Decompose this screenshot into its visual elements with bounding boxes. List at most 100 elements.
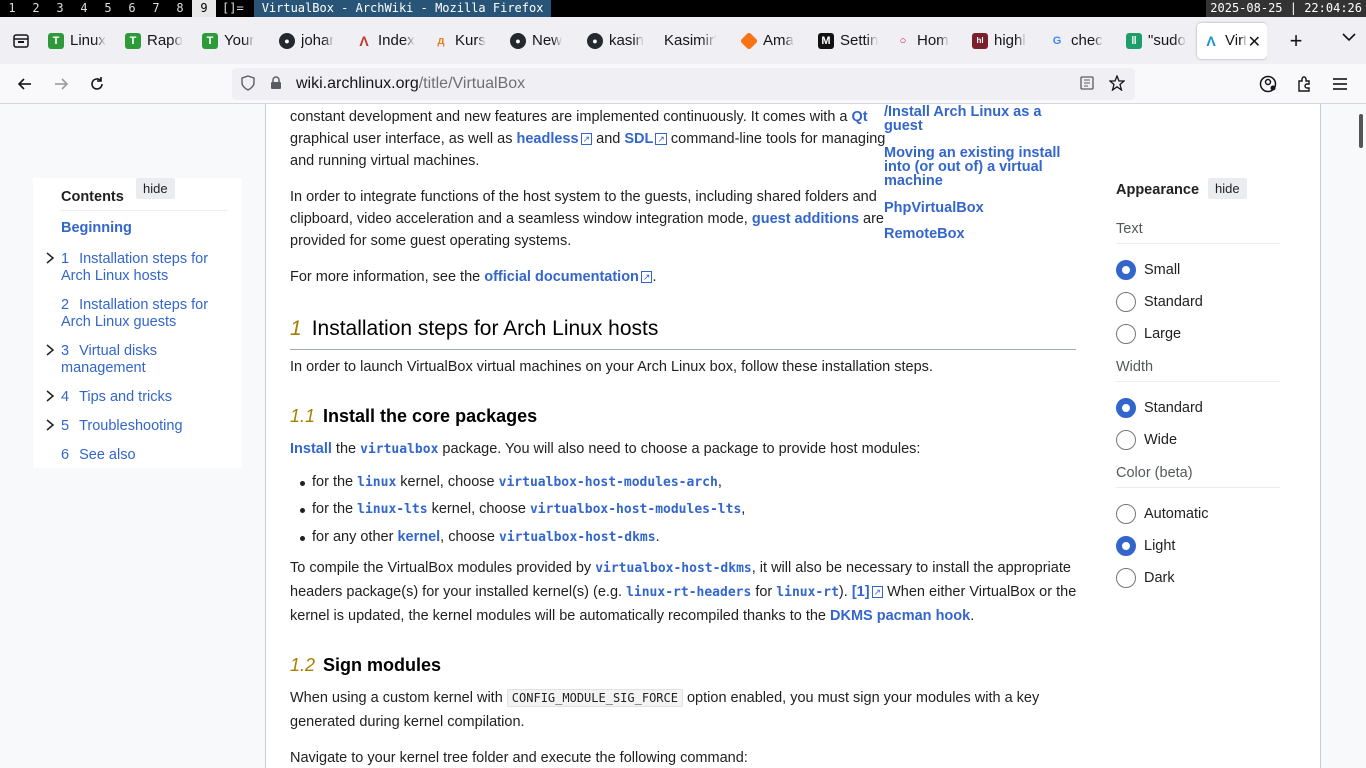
color-option[interactable]: Automatic [1116,504,1208,524]
workspace-button[interactable]: 9 [192,0,216,17]
kernel-link[interactable]: kernel [397,529,440,545]
active-tab[interactable]: Λ Virt ✕ [1197,22,1267,59]
new-tab-button[interactable]: + [1277,23,1315,59]
appearance-hide-button[interactable]: hide [1208,178,1247,199]
toc-item[interactable]: Beginning [61,220,132,237]
browser-tab[interactable]: ● New [504,23,581,59]
see-also-link[interactable]: Moving an existing install into (or out o… [884,146,1060,189]
text-size-option[interactable]: Large [1116,324,1181,344]
list-all-tabs-icon[interactable] [1342,29,1356,45]
tab-title: New [532,32,563,49]
browser-tab[interactable]: T Rapo [119,23,196,59]
browser-tab[interactable]: M Settin [812,23,889,59]
extensions-icon[interactable] [1286,68,1322,100]
install-link[interactable]: Install [290,441,332,457]
forward-button[interactable] [43,68,79,100]
chevron-right-icon[interactable] [45,390,55,405]
chevron-right-icon[interactable] [45,419,55,434]
radio-button[interactable] [1116,398,1136,418]
browser-tab[interactable]: ● johar [273,23,350,59]
host-dkms-link[interactable]: virtualbox-host-dkms [499,530,656,545]
text-size-option[interactable]: Standard [1116,292,1203,312]
toc-item[interactable]: 6 See also [61,447,136,464]
bookmark-star-icon[interactable] [1108,73,1126,94]
radio-button[interactable] [1116,292,1136,312]
back-button[interactable] [7,68,43,100]
toc-item[interactable]: 5 Troubleshooting [61,418,183,435]
linux-rt-headers-link[interactable]: linux-rt-headers [626,585,751,600]
menu-icon[interactable] [1322,68,1358,100]
host-modules-lts-link[interactable]: virtualbox-host-modules-lts [530,502,741,517]
favicon-icon [739,31,759,50]
color-option[interactable]: Light [1116,536,1175,556]
browser-tab[interactable]: T Linux [42,23,119,59]
workspace-button[interactable]: 5 [96,0,120,17]
radio-label: Automatic [1144,506,1209,522]
linux-package-link[interactable]: linux [357,475,396,490]
radio-button[interactable] [1116,568,1136,588]
url-bar[interactable]: wiki.archlinux.org/title/VirtualBox [232,68,1135,100]
workspace-button[interactable]: 2 [24,0,48,17]
browser-tab[interactable]: Kasimir' [658,23,735,59]
see-also-link[interactable]: PhpVirtualBox [884,201,984,216]
radio-button[interactable] [1116,324,1136,344]
reload-button[interactable] [79,68,115,100]
workspace-button[interactable]: 6 [120,0,144,17]
sdl-link[interactable]: SDL [624,131,667,147]
browser-tab[interactable]: ‖ "sudo [1120,23,1197,59]
favicon-icon: G [1052,34,1062,47]
firefox-view-icon[interactable] [0,17,42,64]
guest-additions-link[interactable]: guest additions [752,211,859,227]
linux-lts-package-link[interactable]: linux-lts [357,502,427,517]
toc-hide-button[interactable]: hide [136,178,175,199]
browser-tab[interactable]: д Kurs [427,23,504,59]
see-also-link[interactable]: RemoteBox [884,227,965,242]
browser-tab[interactable]: ● kasin [581,23,658,59]
reader-view-icon[interactable] [1079,75,1095,93]
divider [1116,381,1280,382]
chevron-right-icon[interactable] [45,344,55,359]
toc-item[interactable]: 3 Virtual disks management [61,343,157,377]
toc-item[interactable]: 1 Installation steps for Arch Linux hosts [61,251,208,285]
width-option[interactable]: Standard [1116,398,1203,418]
workspace-button[interactable]: 3 [48,0,72,17]
radio-button[interactable] [1116,260,1136,280]
workspace-button[interactable]: 1 [0,0,24,17]
browser-tab[interactable]: Gchec [1043,23,1120,59]
browser-tab[interactable]: ○ Hom [889,23,966,59]
toc-item[interactable]: 4 Tips and tricks [61,389,172,406]
workspace-button[interactable]: 4 [72,0,96,17]
account-icon[interactable] [1250,68,1286,100]
browser-tab[interactable]: Λ Index [350,23,427,59]
official-documentation-link[interactable]: official documentation [484,269,652,285]
see-also-link[interactable]: /Install Arch Linux as a guest [884,105,1041,134]
dkms-pacman-hook-link[interactable]: DKMS pacman hook [830,608,970,624]
host-dkms-link[interactable]: virtualbox-host-dkms [595,561,752,576]
host-modules-arch-link[interactable]: virtualbox-host-modules-arch [499,475,718,490]
qt-link[interactable]: Qt [852,109,868,125]
radio-button[interactable] [1116,504,1136,524]
url-text[interactable]: wiki.archlinux.org/title/VirtualBox [296,75,525,93]
favicon-icon: hl [972,32,988,49]
workspace-button[interactable]: 8 [168,0,192,17]
close-tab-icon[interactable]: ✕ [1248,32,1261,52]
browser-tab[interactable]: T Your [196,23,273,59]
lock-icon[interactable] [268,75,284,93]
scrollbar-thumb[interactable] [1359,114,1363,148]
browser-tab[interactable]: hl highl [966,23,1043,59]
toc-item[interactable]: 2 Installation steps for Arch Linux guests [61,297,208,331]
virtualbox-package-link[interactable]: virtualbox [360,442,438,457]
radio-button[interactable] [1116,536,1136,556]
chevron-right-icon[interactable] [45,252,55,267]
linux-rt-link[interactable]: linux-rt [776,585,839,600]
text-size-option[interactable]: Small [1116,260,1180,280]
scrollbar[interactable] [1352,104,1366,768]
width-option[interactable]: Wide [1116,430,1177,450]
color-option[interactable]: Dark [1116,568,1175,588]
radio-button[interactable] [1116,430,1136,450]
headless-link[interactable]: headless [516,131,592,147]
workspace-button[interactable]: 7 [144,0,168,17]
browser-tab[interactable]: Ama [735,23,812,59]
shield-icon[interactable] [240,74,256,94]
reference-link[interactable]: [1] [852,584,883,600]
